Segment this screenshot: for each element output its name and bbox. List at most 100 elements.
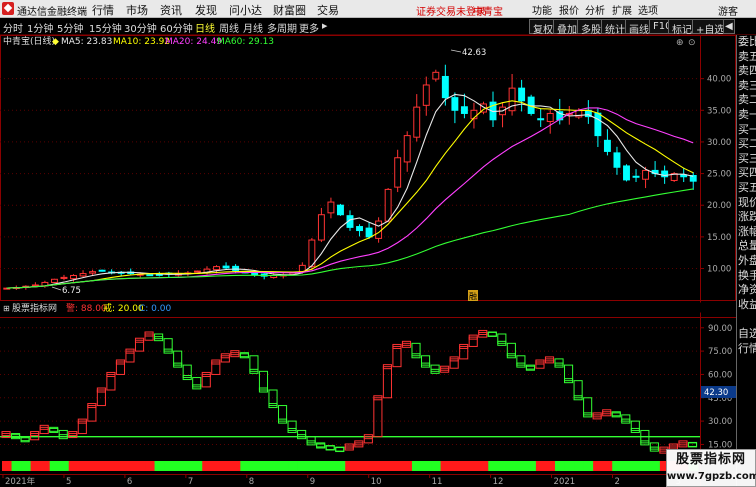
signal-band-segment: [278, 461, 289, 471]
side-panel-item[interactable]: 卖四: [738, 64, 756, 77]
side-panel-item[interactable]: 现价: [738, 196, 756, 209]
candle-body: [146, 274, 154, 277]
candle-body: [337, 204, 344, 216]
signal-band-segment: [307, 461, 318, 471]
indicator-step: [49, 426, 59, 432]
candle-body: [375, 220, 383, 239]
candle-body: [613, 152, 621, 168]
candle-body: [222, 265, 230, 269]
signal-band-segment: [335, 461, 346, 471]
indicator-step: [525, 364, 535, 370]
indicator-step: [306, 436, 316, 444]
x-tick-label: 8: [249, 477, 254, 487]
side-panel-item[interactable]: 涨幅: [738, 225, 756, 238]
more-arrow-icon[interactable]: ▶: [322, 22, 327, 30]
side-panel-item[interactable]: 行情: [738, 342, 756, 355]
signal-band-segment: [497, 461, 508, 471]
settings-icon[interactable]: ⊙: [688, 38, 696, 48]
signal-band-segment: [145, 461, 155, 471]
y-tick-label: 10.00: [707, 265, 731, 275]
period-15min[interactable]: 15分钟: [89, 20, 122, 35]
menu-options[interactable]: 选项: [638, 2, 658, 17]
indicator-step: [649, 442, 659, 450]
guest-user[interactable]: 游客: [718, 3, 738, 18]
signal-band-segment: [583, 461, 594, 471]
indicator-step: [535, 361, 545, 369]
side-panel-item[interactable]: 卖二: [738, 93, 756, 106]
signal-band-segment: [459, 461, 470, 471]
menu-market[interactable]: 市场: [126, 2, 148, 18]
menu-trade[interactable]: 交易: [317, 2, 339, 18]
period-more[interactable]: 更多: [299, 20, 319, 35]
side-panel-item[interactable]: 买四: [738, 166, 756, 179]
indicator-step: [611, 411, 621, 417]
signal-band-segment: [97, 461, 108, 471]
candle-body: [451, 97, 459, 111]
menu-bar: 通达信金融终端 行情 市场 资讯 发现 问小达 财富圈 交易 证券交易未登录 中…: [0, 0, 756, 18]
indicator-step: [39, 426, 49, 435]
signal-band-segment: [650, 461, 661, 471]
expand-icon[interactable]: ⊞: [3, 304, 10, 313]
menu-analysis[interactable]: 分析: [585, 2, 605, 17]
side-panel-item[interactable]: 换手: [738, 269, 756, 282]
menu-ask-xiaoda[interactable]: 问小达: [229, 2, 262, 18]
candle-body: [603, 139, 611, 152]
candle-body: [384, 188, 392, 222]
side-panel-item[interactable]: 外盘: [738, 254, 756, 267]
candle-body: [441, 75, 449, 99]
legend-ma60: MA60: 29.13: [217, 37, 274, 47]
signal-band-segment: [259, 461, 270, 471]
period-weekly[interactable]: 周线: [219, 20, 239, 35]
side-panel-item[interactable]: 卖一: [738, 108, 756, 121]
side-panel-item[interactable]: 买三: [738, 152, 756, 165]
candle-body: [623, 165, 630, 181]
side-panel-item[interactable]: 自选: [738, 327, 756, 340]
menu-market-quotes[interactable]: 行情: [92, 2, 114, 18]
current-value-label: 42.30: [704, 388, 728, 398]
signal-band-segment: [192, 461, 203, 471]
chart-area[interactable]: 10.00 15.00 20.00 25.00 30.00 35.00 40.00 中青宝(…: [0, 35, 736, 487]
side-panel-item[interactable]: 卖三: [738, 79, 756, 92]
side-panel-item[interactable]: 净资: [738, 283, 756, 296]
candle-body: [79, 273, 87, 277]
candle-body: [460, 106, 468, 114]
side-panel-item[interactable]: 买一: [738, 123, 756, 136]
signal-band-segment: [230, 461, 241, 471]
side-panel-item[interactable]: 收益: [738, 298, 756, 311]
side-panel-item[interactable]: 卖五: [738, 50, 756, 63]
collapse-arrow-icon[interactable]: ◀: [723, 19, 735, 34]
menu-news[interactable]: 资讯: [160, 2, 182, 18]
period-daily[interactable]: 日线: [195, 20, 215, 35]
indicator-step: [516, 355, 526, 366]
signal-band-segment: [488, 461, 499, 471]
menu-function[interactable]: 功能: [532, 2, 552, 17]
x-tick-label: 12: [493, 477, 504, 487]
period-monthly[interactable]: 月线: [243, 20, 263, 35]
side-panel-item[interactable]: 买二: [738, 137, 756, 150]
period-30min[interactable]: 30分钟: [124, 20, 157, 35]
signal-band-segment: [554, 461, 565, 471]
period-1min[interactable]: 1分钟: [27, 20, 53, 35]
menu-extension[interactable]: 扩展: [612, 2, 632, 17]
side-panel-item[interactable]: 涨跌: [738, 210, 756, 223]
period-multi[interactable]: 多周期: [267, 20, 297, 35]
menu-discover[interactable]: 发现: [195, 2, 217, 18]
menu-quote[interactable]: 报价: [559, 2, 579, 17]
zoom-icon[interactable]: ⊕: [676, 38, 684, 48]
signal-band-segment: [383, 461, 394, 471]
x-tick-label: 2021年: [5, 476, 36, 487]
margin-trading-label: 融: [469, 291, 477, 301]
side-panel-item[interactable]: [738, 312, 756, 325]
candle-body: [403, 135, 411, 163]
side-panel-item[interactable]: 总量: [738, 239, 756, 252]
candle-body: [356, 226, 363, 232]
indicator-caution-label: 戒: 20.00: [103, 302, 144, 314]
menu-wealth-circle[interactable]: 财富圈: [273, 2, 306, 18]
period-intraday[interactable]: 分时: [3, 20, 23, 35]
period-60min[interactable]: 60分钟: [160, 20, 193, 35]
indicator-step: [239, 352, 249, 358]
period-5min[interactable]: 5分钟: [57, 20, 83, 35]
signal-band-segment: [364, 461, 375, 471]
side-panel-item[interactable]: 买五: [738, 181, 756, 194]
side-panel-item[interactable]: 委比: [738, 35, 756, 48]
